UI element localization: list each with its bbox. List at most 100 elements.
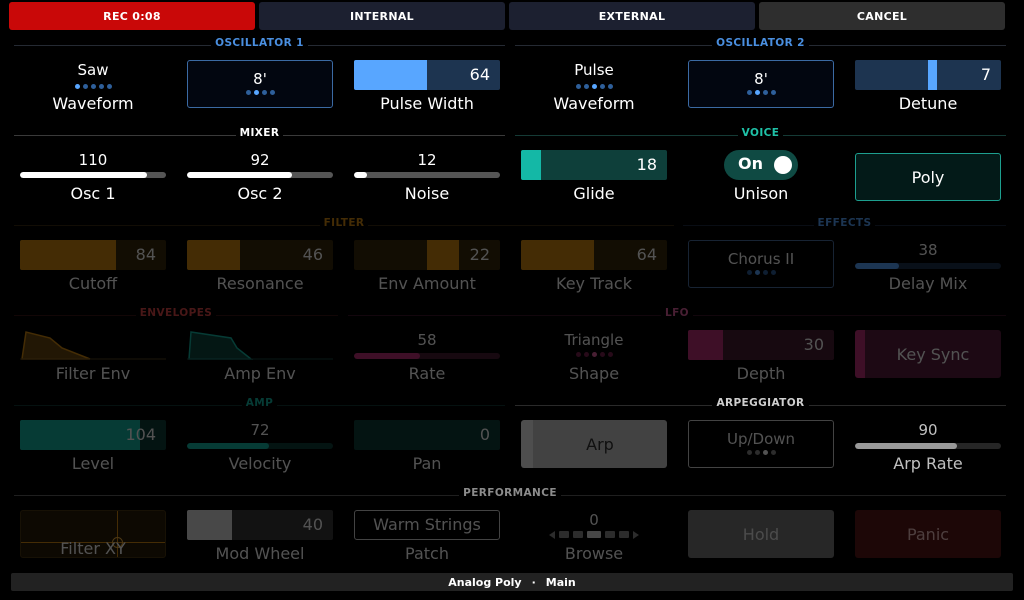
filter-xy-label: Filter XY — [60, 539, 126, 558]
patch-label: Patch — [405, 544, 449, 563]
section-mixer: MIXER — [14, 127, 505, 143]
osc2-waveform-value[interactable]: Pulse — [521, 61, 667, 79]
detune-bar[interactable]: 7 — [855, 60, 1001, 90]
section-amp: AMP — [14, 397, 505, 413]
osc1-waveform-dots — [20, 82, 166, 89]
resonance-bar[interactable]: 46 — [187, 240, 333, 270]
noise-level-value: 12 — [417, 151, 437, 169]
browse-label: Browse — [564, 544, 624, 563]
mod-wheel-bar[interactable]: 40 — [187, 510, 333, 540]
section-voice: VOICE — [515, 127, 1006, 143]
env-amount-value: 22 — [469, 245, 490, 264]
arp-rate-slider[interactable] — [855, 443, 1001, 449]
pulse-width-bar[interactable]: 64 — [354, 60, 500, 90]
patch-name-field[interactable]: Warm Strings — [354, 510, 500, 540]
section-envelopes: ENVELOPES — [14, 307, 338, 323]
arp-rate-label: Arp Rate — [893, 454, 963, 473]
osc2-octave-selector[interactable]: 8' — [688, 60, 834, 108]
pulse-width-label: Pulse Width — [380, 94, 474, 113]
preset-name: Analog Poly — [448, 575, 522, 589]
pan-bar[interactable]: 0 — [354, 420, 500, 450]
section-arpeggiator: ARPEGGIATOR — [515, 397, 1006, 413]
rate-value: 58 — [417, 331, 437, 349]
external-button[interactable]: EXTERNAL — [509, 2, 755, 30]
env-amount-label: Env Amount — [378, 274, 476, 293]
detune-value: 7 — [980, 65, 991, 84]
pan-label: Pan — [412, 454, 442, 473]
cutoff-bar[interactable]: 84 — [20, 240, 166, 270]
osc1-level-label: Osc 1 — [70, 184, 116, 203]
amp-env-graph[interactable] — [187, 328, 333, 360]
amp-level-bar[interactable]: 104 — [20, 420, 166, 450]
arp-button[interactable]: Arp — [521, 420, 667, 468]
lfo-shape-label: Shape — [568, 364, 620, 383]
browse-value: 0 — [589, 511, 599, 529]
osc1-octave-selector[interactable]: 8' — [187, 60, 333, 108]
detune-label: Detune — [898, 94, 958, 113]
cancel-button[interactable]: CANCEL — [759, 2, 1005, 30]
filter-env-graph[interactable] — [20, 328, 166, 360]
osc2-level-value: 92 — [250, 151, 270, 169]
osc2-waveform-label: Waveform — [553, 94, 635, 113]
unison-state: On — [738, 154, 763, 173]
velocity-label: Velocity — [228, 454, 292, 473]
section-lfo: LFO — [348, 307, 1006, 323]
velocity-slider[interactable] — [187, 443, 333, 449]
page-name: Main — [545, 575, 576, 589]
section-filter: FILTER — [14, 217, 674, 233]
delay-mix-value: 38 — [918, 241, 938, 259]
arp-mode-selector[interactable]: Up/Down — [688, 420, 834, 468]
arp-rate-value: 90 — [918, 421, 938, 439]
browse-arrows-icon[interactable] — [521, 531, 667, 539]
mod-wheel-value: 40 — [302, 515, 323, 534]
section-effects: EFFECTS — [683, 217, 1006, 233]
toggle-knob-icon — [774, 156, 792, 174]
chorus-value: Chorus II — [727, 250, 795, 268]
noise-level-slider[interactable] — [354, 172, 500, 178]
lfo-depth-bar[interactable]: 30 — [688, 330, 834, 360]
filter-xy-pad[interactable]: Filter XY — [20, 510, 166, 558]
unison-label: Unison — [733, 184, 789, 203]
cutoff-label: Cutoff — [68, 274, 118, 293]
internal-button[interactable]: INTERNAL — [259, 2, 505, 30]
key-track-label: Key Track — [556, 274, 632, 293]
chorus-selector[interactable]: Chorus II — [688, 240, 834, 288]
panic-button[interactable]: Panic — [855, 510, 1001, 558]
glide-label: Glide — [573, 184, 615, 203]
section-oscillator-2: OSCILLATOR 2 — [515, 37, 1006, 53]
osc1-level-value: 110 — [78, 151, 108, 169]
status-footer: Analog Poly · Main — [11, 573, 1013, 591]
amp-level-value: 104 — [125, 425, 156, 444]
glide-bar[interactable]: 18 — [521, 150, 667, 180]
env-amount-bar[interactable]: 22 — [354, 240, 500, 270]
noise-level-label: Noise — [404, 184, 450, 203]
key-sync-button[interactable]: Key Sync — [855, 330, 1001, 378]
pulse-width-value: 64 — [469, 65, 490, 84]
amp-level-label: Level — [71, 454, 115, 473]
osc1-octave-value: 8' — [253, 70, 267, 88]
resonance-label: Resonance — [216, 274, 304, 293]
mod-wheel-label: Mod Wheel — [215, 544, 305, 563]
osc2-level-slider[interactable] — [187, 172, 333, 178]
unison-toggle[interactable]: On — [724, 150, 798, 180]
section-performance: PERFORMANCE — [14, 487, 1006, 503]
osc1-waveform-value[interactable]: Saw — [20, 61, 166, 79]
osc2-octave-value: 8' — [754, 70, 768, 88]
record-button[interactable]: REC 0:08 — [9, 2, 255, 30]
osc1-waveform-label: Waveform — [52, 94, 134, 113]
rate-slider[interactable] — [354, 353, 500, 359]
osc2-level-label: Osc 2 — [237, 184, 283, 203]
lfo-shape-value[interactable]: Triangle — [521, 331, 667, 349]
hold-button[interactable]: Hold — [688, 510, 834, 558]
filter-env-label: Filter Env — [55, 364, 131, 383]
key-track-bar[interactable]: 64 — [521, 240, 667, 270]
delay-mix-slider[interactable] — [855, 263, 1001, 269]
velocity-value: 72 — [250, 421, 270, 439]
delay-mix-label: Delay Mix — [888, 274, 968, 293]
cutoff-value: 84 — [135, 245, 156, 264]
osc1-level-slider[interactable] — [20, 172, 166, 178]
poly-button[interactable]: Poly — [855, 153, 1001, 201]
lfo-depth-value: 30 — [803, 335, 824, 354]
key-track-value: 64 — [636, 245, 657, 264]
section-oscillator-1: OSCILLATOR 1 — [14, 37, 505, 53]
